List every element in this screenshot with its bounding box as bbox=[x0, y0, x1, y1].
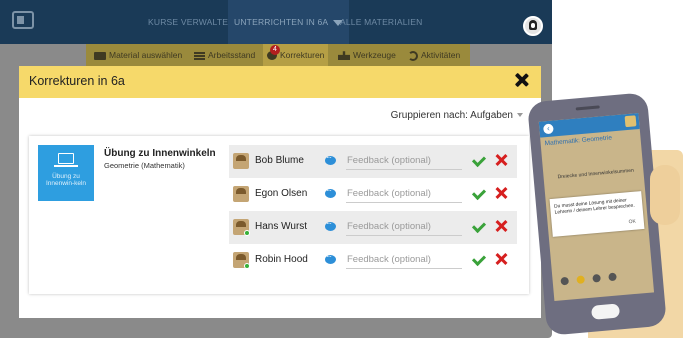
phone-avatar bbox=[624, 115, 637, 128]
student-name: Egon Olsen bbox=[255, 188, 308, 199]
reject-icon[interactable] bbox=[495, 220, 507, 232]
notification-badge: 4 bbox=[270, 45, 280, 56]
tab-label: Material auswählen bbox=[109, 50, 183, 60]
student-avatar bbox=[233, 186, 249, 202]
tab-label: Aktivitäten bbox=[421, 50, 461, 60]
settings-icon bbox=[560, 276, 570, 286]
nav-unterrichten[interactable]: UNTERRICHTEN IN 6A bbox=[228, 0, 350, 44]
tab-label: Korrekturen bbox=[280, 50, 325, 60]
app-window: KURSE VERWALTEN UNTERRICHTEN IN 6A ALLE … bbox=[0, 0, 552, 338]
online-status-dot bbox=[244, 230, 250, 236]
laptop-icon bbox=[58, 153, 74, 164]
back-icon: ‹ bbox=[542, 123, 554, 135]
chat-icon bbox=[608, 272, 617, 282]
check-icon[interactable] bbox=[471, 251, 487, 267]
task-card: Übung zu Innenwin-keln Übung zu Innenwin… bbox=[29, 136, 529, 294]
phone-home-button bbox=[590, 303, 621, 320]
phone-ok-button: OK bbox=[628, 218, 637, 226]
chat-bubble-icon[interactable] bbox=[325, 219, 336, 231]
student-row: Robin Hood bbox=[229, 244, 517, 277]
phone-screen: ‹ Mathematik: Geometrie Dreiecke und Inn… bbox=[538, 113, 655, 302]
folder-icon bbox=[94, 51, 106, 60]
group-by-dropdown[interactable]: Gruppieren nach: Aufgaben bbox=[391, 110, 523, 121]
feedback-input[interactable] bbox=[346, 185, 462, 203]
chevron-down-icon bbox=[517, 113, 523, 118]
tab-werkzeuge[interactable]: Werkzeuge bbox=[338, 44, 396, 66]
reject-icon[interactable] bbox=[495, 187, 507, 199]
list-icon bbox=[194, 51, 205, 61]
task-tile-label: Übung zu Innenwin-keln bbox=[45, 173, 87, 187]
phone-speaker bbox=[575, 105, 600, 111]
phone-dialog: Du musst deine Lösung mit deiner Lehreri… bbox=[549, 191, 645, 237]
user-avatar[interactable] bbox=[523, 16, 543, 36]
modal-title: Korrekturen in 6a bbox=[29, 74, 125, 88]
nav-kurse-verwalten[interactable]: KURSE VERWALTEN bbox=[148, 0, 234, 44]
chat-bubble-icon[interactable] bbox=[325, 186, 336, 198]
thumb-illustration bbox=[650, 165, 680, 225]
modal-header: Korrekturen in 6a bbox=[19, 66, 541, 98]
student-avatar bbox=[233, 153, 249, 169]
thumbs-up-icon bbox=[592, 273, 601, 283]
top-navigation-bar: KURSE VERWALTEN UNTERRICHTEN IN 6A ALLE … bbox=[0, 0, 552, 44]
student-row: Hans Wurst bbox=[229, 211, 517, 244]
student-name: Robin Hood bbox=[255, 254, 308, 265]
student-row: Egon Olsen bbox=[229, 178, 517, 211]
chat-bubble-icon[interactable] bbox=[325, 252, 336, 264]
sub-navigation-bar: Material auswählen Arbeitsstand 4 Korrekt… bbox=[86, 44, 470, 66]
online-status-dot bbox=[244, 263, 250, 269]
student-row: Bob Blume bbox=[229, 145, 517, 178]
tools-icon bbox=[338, 51, 350, 61]
task-subtitle: Geometrie (Mathematik) bbox=[104, 161, 185, 170]
tab-korrekturen[interactable]: 4 Korrekturen bbox=[263, 44, 329, 66]
nav-alle-materialien[interactable]: ALLE MATERIALIEN bbox=[340, 0, 422, 44]
chat-bubble-icon[interactable] bbox=[325, 153, 336, 165]
tab-aktivitaeten[interactable]: Aktivitäten bbox=[408, 44, 460, 66]
tab-material-auswaehlen[interactable]: Material auswählen bbox=[94, 44, 182, 66]
check-icon[interactable] bbox=[471, 218, 487, 234]
tab-label: Arbeitsstand bbox=[208, 50, 256, 60]
history-icon bbox=[408, 50, 418, 61]
check-icon[interactable] bbox=[471, 152, 487, 168]
nav-unterrichten-label: UNTERRICHTEN IN 6A bbox=[234, 17, 329, 27]
task-tile[interactable]: Übung zu Innenwin-keln bbox=[38, 145, 94, 201]
check-icon[interactable] bbox=[471, 185, 487, 201]
phone-dialog-text: Du musst deine Lösung mit deiner Lehreri… bbox=[554, 198, 635, 216]
speech-bubble-icon: 4 bbox=[267, 45, 280, 61]
phone-list-item: Dreiecke und Innenwinkelsummen bbox=[557, 167, 635, 181]
group-by-label: Gruppieren nach: Aufgaben bbox=[390, 110, 513, 121]
phone-illustration: ‹ Mathematik: Geometrie Dreiecke und Inn… bbox=[527, 92, 667, 336]
laptop-base bbox=[54, 165, 78, 167]
feedback-input[interactable] bbox=[346, 251, 462, 269]
reject-icon[interactable] bbox=[495, 253, 507, 265]
close-icon[interactable] bbox=[515, 73, 529, 87]
task-title: Übung zu Innenwinkeln bbox=[104, 148, 216, 159]
reject-icon[interactable] bbox=[495, 154, 507, 166]
feedback-input[interactable] bbox=[346, 218, 462, 236]
tab-arbeitsstand[interactable]: Arbeitsstand bbox=[194, 44, 255, 66]
feedback-input[interactable] bbox=[346, 152, 462, 170]
app-logo-icon[interactable] bbox=[12, 11, 34, 29]
corrections-modal: Korrekturen in 6a Gruppieren nach: Aufga… bbox=[19, 66, 541, 318]
student-name: Hans Wurst bbox=[255, 221, 308, 232]
phone-toolbar bbox=[560, 267, 625, 291]
smiley-icon bbox=[576, 275, 585, 285]
student-name: Bob Blume bbox=[255, 155, 304, 166]
tab-label: Werkzeuge bbox=[353, 50, 396, 60]
